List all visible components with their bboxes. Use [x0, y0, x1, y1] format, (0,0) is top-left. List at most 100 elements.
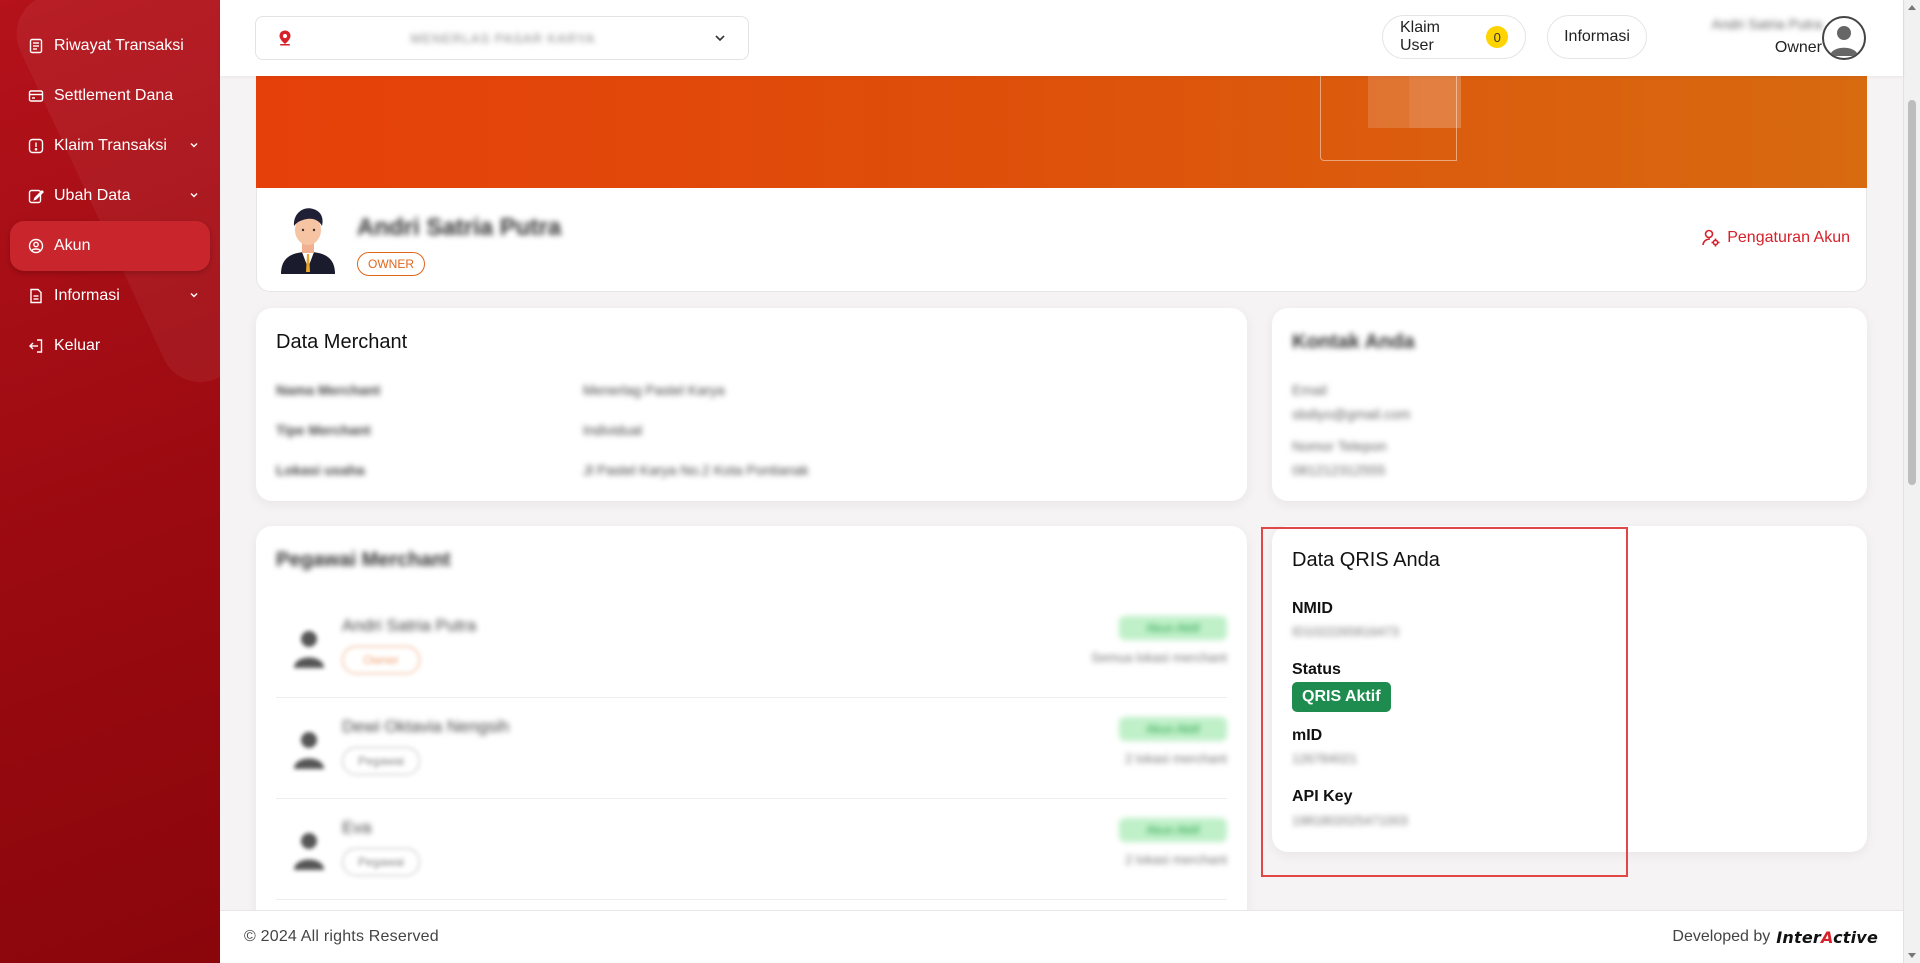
- sidebar-item-label: Ubah Data: [54, 187, 131, 204]
- merchant-info-row: Nama Merchant Menerlag Pastel Karya: [276, 382, 725, 398]
- sidebar: Riwayat Transaksi Settlement Dana Klaim …: [0, 0, 220, 963]
- qris-card: Data QRIS Anda NMID ID1022265816473 Stat…: [1272, 526, 1867, 852]
- employee-role-badge: Pegawai: [342, 848, 420, 876]
- user-icon: [294, 833, 324, 870]
- employee-row[interactable]: Eva Pegawai Akun Aktif 2 lokasi merchant: [276, 804, 1227, 904]
- informasi-label: Informasi: [1564, 28, 1630, 45]
- merchant-info-value: Menerlag Pastel Karya: [583, 382, 725, 398]
- merchant-info-key: Lokasi usaha: [276, 462, 365, 478]
- avatar[interactable]: [1822, 16, 1866, 60]
- copyright-text: © 2024 All rights Reserved: [244, 928, 439, 945]
- phone-value: 081212312555: [1292, 462, 1386, 478]
- chevron-down-icon: [715, 35, 725, 42]
- merchant-info-value: Jl Pastel Karya No.2 Kota Pontianak: [583, 462, 809, 478]
- employee-status-badge: Akun Aktif: [1119, 616, 1227, 640]
- informasi-button[interactable]: Informasi: [1547, 15, 1647, 59]
- logo-text-accent: A: [1821, 927, 1834, 947]
- sidebar-item-label: Riwayat Transaksi: [54, 37, 184, 54]
- employee-row[interactable]: Andri Satria Putra Owner Akun Aktif Semu…: [276, 602, 1227, 702]
- location-pin-icon: [279, 30, 291, 46]
- divider: [276, 798, 1227, 799]
- mid-label: mID: [1292, 727, 1323, 744]
- nmid-value: ID1022265816473: [1292, 624, 1399, 639]
- phone-label: Nomor Telepon: [1292, 438, 1387, 454]
- qris-status-badge: QRIS Aktif: [1292, 682, 1391, 712]
- pegawai-card: Pegawai Merchant Andri Satria Putra Owne…: [256, 526, 1247, 946]
- sidebar-item-riwayat-transaksi[interactable]: Riwayat Transaksi: [10, 21, 210, 71]
- employee-row[interactable]: Dewi Oktavia Nengsih Pegawai Akun Aktif …: [276, 703, 1227, 803]
- developer-credit: Developed by InterActive: [1672, 928, 1878, 947]
- scroll-down-arrow-icon[interactable]: [1908, 953, 1916, 958]
- klaim-user-button[interactable]: Klaim User 0: [1382, 15, 1526, 59]
- status-label: Status: [1292, 661, 1341, 678]
- user-info: Andri Satria Putra Owner: [1667, 14, 1823, 57]
- merchant-info-row: Tipe Merchant Individual: [276, 422, 642, 438]
- interactive-logo: InterActive: [1776, 928, 1878, 947]
- main-content: Andri Satria Putra OWNER Pengaturan Akun…: [220, 0, 1903, 963]
- employee-name: Dewi Oktavia Nengsih: [342, 717, 510, 736]
- data-merchant-card: Data Merchant Nama Merchant Menerlag Past…: [256, 308, 1247, 501]
- developed-by-label: Developed by: [1672, 928, 1771, 945]
- employee-role-badge: Owner: [342, 646, 420, 674]
- profile-name: Andri Satria Putra: [357, 214, 562, 241]
- divider: [276, 697, 1227, 698]
- page-scrollbar[interactable]: [1903, 0, 1920, 963]
- profile-card: Andri Satria Putra OWNER Pengaturan Akun: [256, 188, 1867, 292]
- divider: [276, 899, 1227, 900]
- scrollbar-thumb[interactable]: [1908, 100, 1916, 485]
- kontak-card: Kontak Anda Email sbdiyo@gmail.com Nomor…: [1272, 308, 1867, 501]
- sidebar-item-akun[interactable]: Akun: [10, 221, 210, 271]
- account-settings-label: Pengaturan Akun: [1727, 229, 1850, 246]
- employee-status-badge: Akun Aktif: [1119, 818, 1227, 842]
- sidebar-item-ubah-data[interactable]: Ubah Data: [10, 171, 210, 221]
- sidebar-item-informasi[interactable]: Informasi: [10, 271, 210, 321]
- chevron-down-icon: [190, 143, 198, 148]
- sidebar-item-label: Keluar: [54, 337, 101, 354]
- sidebar-nav: Riwayat Transaksi Settlement Dana Klaim …: [0, 0, 220, 371]
- employee-status-badge: Akun Aktif: [1119, 717, 1227, 741]
- sidebar-item-label: Klaim Transaksi: [54, 137, 167, 154]
- sidebar-item-keluar[interactable]: Keluar: [10, 321, 210, 371]
- user-role: Owner: [1774, 39, 1822, 56]
- klaim-user-count-badge: 0: [1486, 26, 1508, 48]
- api-key-label: API Key: [1292, 788, 1353, 805]
- employee-name: Eva: [342, 818, 372, 837]
- user-avatar-icon: [1830, 26, 1858, 56]
- profile-avatar: [281, 208, 335, 274]
- nmid-label: NMID: [1292, 600, 1333, 617]
- document-icon: [28, 288, 44, 304]
- user-settings-icon: [1702, 229, 1720, 247]
- employee-location-info: 2 lokasi merchant: [1125, 751, 1227, 766]
- footer: © 2024 All rights Reserved Developed by …: [220, 910, 1903, 963]
- user-circle-icon: [28, 238, 44, 254]
- email-value: sbdiyo@gmail.com: [1292, 406, 1411, 422]
- klaim-user-label: Klaim User: [1400, 19, 1441, 54]
- banner-decoration: [1409, 76, 1461, 128]
- account-settings-link[interactable]: Pengaturan Akun: [1701, 228, 1850, 248]
- employee-name: Andri Satria Putra: [342, 616, 477, 635]
- topbar: MENERLAS PASAR KARYA Klaim User 0 Inform…: [220, 0, 1903, 76]
- sidebar-item-klaim-transaksi[interactable]: Klaim Transaksi: [10, 121, 210, 171]
- user-icon: [294, 732, 324, 769]
- merchant-select[interactable]: MENERLAS PASAR KARYA: [255, 16, 749, 60]
- pegawai-title: Pegawai Merchant: [276, 549, 451, 571]
- api-key-value: 1981802025471003: [1292, 813, 1408, 828]
- sidebar-item-label: Informasi: [54, 287, 120, 304]
- receipt-icon: [28, 38, 44, 54]
- qris-title: Data QRIS Anda: [1292, 549, 1440, 571]
- merchant-select-value: MENERLAS PASAR KARYA: [410, 30, 596, 46]
- data-merchant-title: Data Merchant: [276, 331, 408, 353]
- logo-text: ctive: [1833, 927, 1878, 947]
- logout-icon: [28, 338, 44, 354]
- mid-value: 126784021: [1292, 751, 1358, 766]
- profile-banner: [256, 76, 1867, 188]
- logo-text: Inter: [1776, 927, 1821, 947]
- sidebar-item-settlement-dana[interactable]: Settlement Dana: [10, 71, 210, 121]
- employee-location-info: Semua lokasi merchant: [1091, 650, 1227, 665]
- alert-icon: [28, 138, 44, 154]
- edit-icon: [28, 188, 44, 204]
- merchant-info-key: Nama Merchant: [276, 382, 381, 398]
- scroll-up-arrow-icon[interactable]: [1908, 5, 1916, 10]
- chevron-down-icon: [190, 193, 198, 198]
- email-label: Email: [1292, 382, 1328, 398]
